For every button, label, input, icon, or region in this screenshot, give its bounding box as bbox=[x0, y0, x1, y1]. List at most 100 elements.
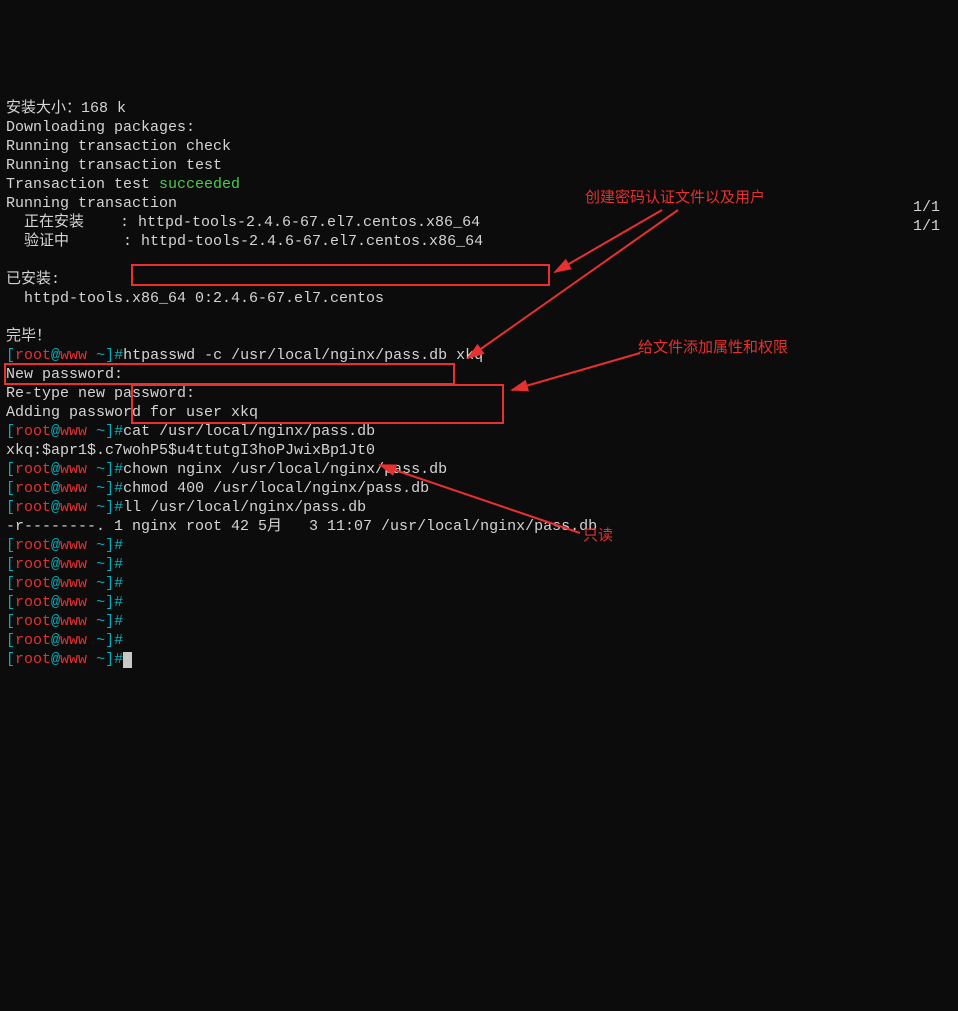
prompt-at: @ bbox=[51, 480, 60, 497]
annotation-readonly: 只读 bbox=[583, 526, 613, 545]
prompt-user: root bbox=[15, 632, 51, 649]
prompt-path: ~ bbox=[87, 556, 105, 573]
line-done: 完毕！ bbox=[6, 328, 51, 345]
prompt-user: root bbox=[15, 423, 51, 440]
prompt-hash: # bbox=[114, 594, 123, 611]
line-downloading: Downloading packages: bbox=[6, 119, 195, 136]
text-succeeded: succeeded bbox=[159, 176, 240, 193]
line-install-size: 安装大小：168 k bbox=[6, 100, 126, 117]
prompt-path: ~ bbox=[87, 632, 105, 649]
prompt-at: @ bbox=[51, 575, 60, 592]
prompt-host: www bbox=[60, 594, 87, 611]
prompt-user: root bbox=[15, 461, 51, 478]
cursor bbox=[123, 652, 132, 668]
prompt-user: root bbox=[15, 347, 51, 364]
prompt-close: ] bbox=[105, 575, 114, 592]
prompt-host: www bbox=[60, 461, 87, 478]
prompt-host: www bbox=[60, 480, 87, 497]
prompt-open: [ bbox=[6, 556, 15, 573]
prompt-close: ] bbox=[105, 556, 114, 573]
prompt-path: ~ bbox=[87, 613, 105, 630]
annotation-set-permissions: 给文件添加属性和权限 bbox=[638, 338, 788, 357]
prompt-user: root bbox=[15, 575, 51, 592]
prompt-at: @ bbox=[51, 632, 60, 649]
line-running-trans: Running transaction bbox=[6, 195, 177, 212]
prompt-at: @ bbox=[51, 537, 60, 554]
prompt-open: [ bbox=[6, 575, 15, 592]
prompt-path: ~ bbox=[87, 499, 105, 516]
prompt-hash: # bbox=[114, 556, 123, 573]
line-trans-result-prefix: Transaction test bbox=[6, 176, 159, 193]
prompt-path: ~ bbox=[87, 594, 105, 611]
prompt-host: www bbox=[60, 537, 87, 554]
line-trans-check: Running transaction check bbox=[6, 138, 231, 155]
prompt-user: root bbox=[15, 480, 51, 497]
line-installed-pkg: httpd-tools.x86_64 0:2.4.6-67.el7.centos bbox=[6, 290, 384, 307]
prompt-at: @ bbox=[51, 499, 60, 516]
line-installed-header: 已安装: bbox=[6, 271, 60, 288]
prompt-host: www bbox=[60, 499, 87, 516]
line-passdb-content: xkq:$apr1$.c7wohP5$u4ttutgI3hoPJwixBp1Jt… bbox=[6, 442, 375, 459]
prompt-hash: # bbox=[114, 537, 123, 554]
prompt-close: ] bbox=[105, 480, 114, 497]
prompt-close: ] bbox=[105, 651, 114, 668]
prompt-close: ] bbox=[105, 537, 114, 554]
prompt-open: [ bbox=[6, 537, 15, 554]
prompt-host: www bbox=[60, 575, 87, 592]
prompt-hash: # bbox=[114, 613, 123, 630]
prompt-at: @ bbox=[51, 651, 60, 668]
prompt-open: [ bbox=[6, 423, 15, 440]
cmd-cat: cat /usr/local/nginx/pass.db bbox=[123, 423, 375, 440]
prompt-path: ~ bbox=[87, 537, 105, 554]
prompt-host: www bbox=[60, 632, 87, 649]
prompt-at: @ bbox=[51, 613, 60, 630]
line-adding-password: Adding password for user xkq bbox=[6, 404, 258, 421]
prompt-close: ] bbox=[105, 461, 114, 478]
prompt-user: root bbox=[15, 499, 51, 516]
prompt-at: @ bbox=[51, 556, 60, 573]
prompt-hash: # bbox=[114, 480, 123, 497]
cmd-ll: ll /usr/local/nginx/pass.db bbox=[123, 499, 366, 516]
prompt-user: root bbox=[15, 537, 51, 554]
line-retype-password: Re-type new password: bbox=[6, 385, 195, 402]
prompt-path: ~ bbox=[87, 423, 105, 440]
annotation-create-passfile: 创建密码认证文件以及用户 bbox=[585, 188, 765, 207]
line-new-password: New password: bbox=[6, 366, 123, 383]
prompt-open: [ bbox=[6, 632, 15, 649]
prompt-open: [ bbox=[6, 499, 15, 516]
terminal-output[interactable]: 安装大小：168 k Downloading packages: Running… bbox=[6, 80, 952, 669]
prompt-close: ] bbox=[105, 594, 114, 611]
prompt-close: ] bbox=[105, 499, 114, 516]
prompt-user: root bbox=[15, 651, 51, 668]
prompt-host: www bbox=[60, 423, 87, 440]
prompt-close: ] bbox=[105, 613, 114, 630]
prompt-open: [ bbox=[6, 347, 15, 364]
cmd-chown: chown nginx /usr/local/nginx/pass.db bbox=[123, 461, 447, 478]
cmd-chmod: chmod 400 /usr/local/nginx/pass.db bbox=[123, 480, 429, 497]
prompt-hash: # bbox=[114, 423, 123, 440]
prompt-user: root bbox=[15, 556, 51, 573]
prompt-open: [ bbox=[6, 613, 15, 630]
ratio-2: 1/1 bbox=[913, 217, 940, 236]
prompt-close: ] bbox=[105, 632, 114, 649]
prompt-host: www bbox=[60, 651, 87, 668]
prompt-hash: # bbox=[114, 499, 123, 516]
prompt-open: [ bbox=[6, 461, 15, 478]
prompt-user: root bbox=[15, 613, 51, 630]
prompt-open: [ bbox=[6, 594, 15, 611]
prompt-at: @ bbox=[51, 347, 60, 364]
line-trans-test: Running transaction test bbox=[6, 157, 222, 174]
ratio-1: 1/1 bbox=[913, 198, 940, 217]
prompt-path: ~ bbox=[87, 347, 105, 364]
prompt-hash: # bbox=[114, 461, 123, 478]
prompt-hash: # bbox=[114, 575, 123, 592]
prompt-path: ~ bbox=[87, 575, 105, 592]
prompt-at: @ bbox=[51, 423, 60, 440]
prompt-close: ] bbox=[105, 347, 114, 364]
prompt-user: root bbox=[15, 594, 51, 611]
prompt-close: ] bbox=[105, 423, 114, 440]
line-installing: 正在安装 : httpd-tools-2.4.6-67.el7.centos.x… bbox=[6, 214, 480, 231]
prompt-hash: # bbox=[114, 632, 123, 649]
prompt-open: [ bbox=[6, 480, 15, 497]
prompt-host: www bbox=[60, 556, 87, 573]
